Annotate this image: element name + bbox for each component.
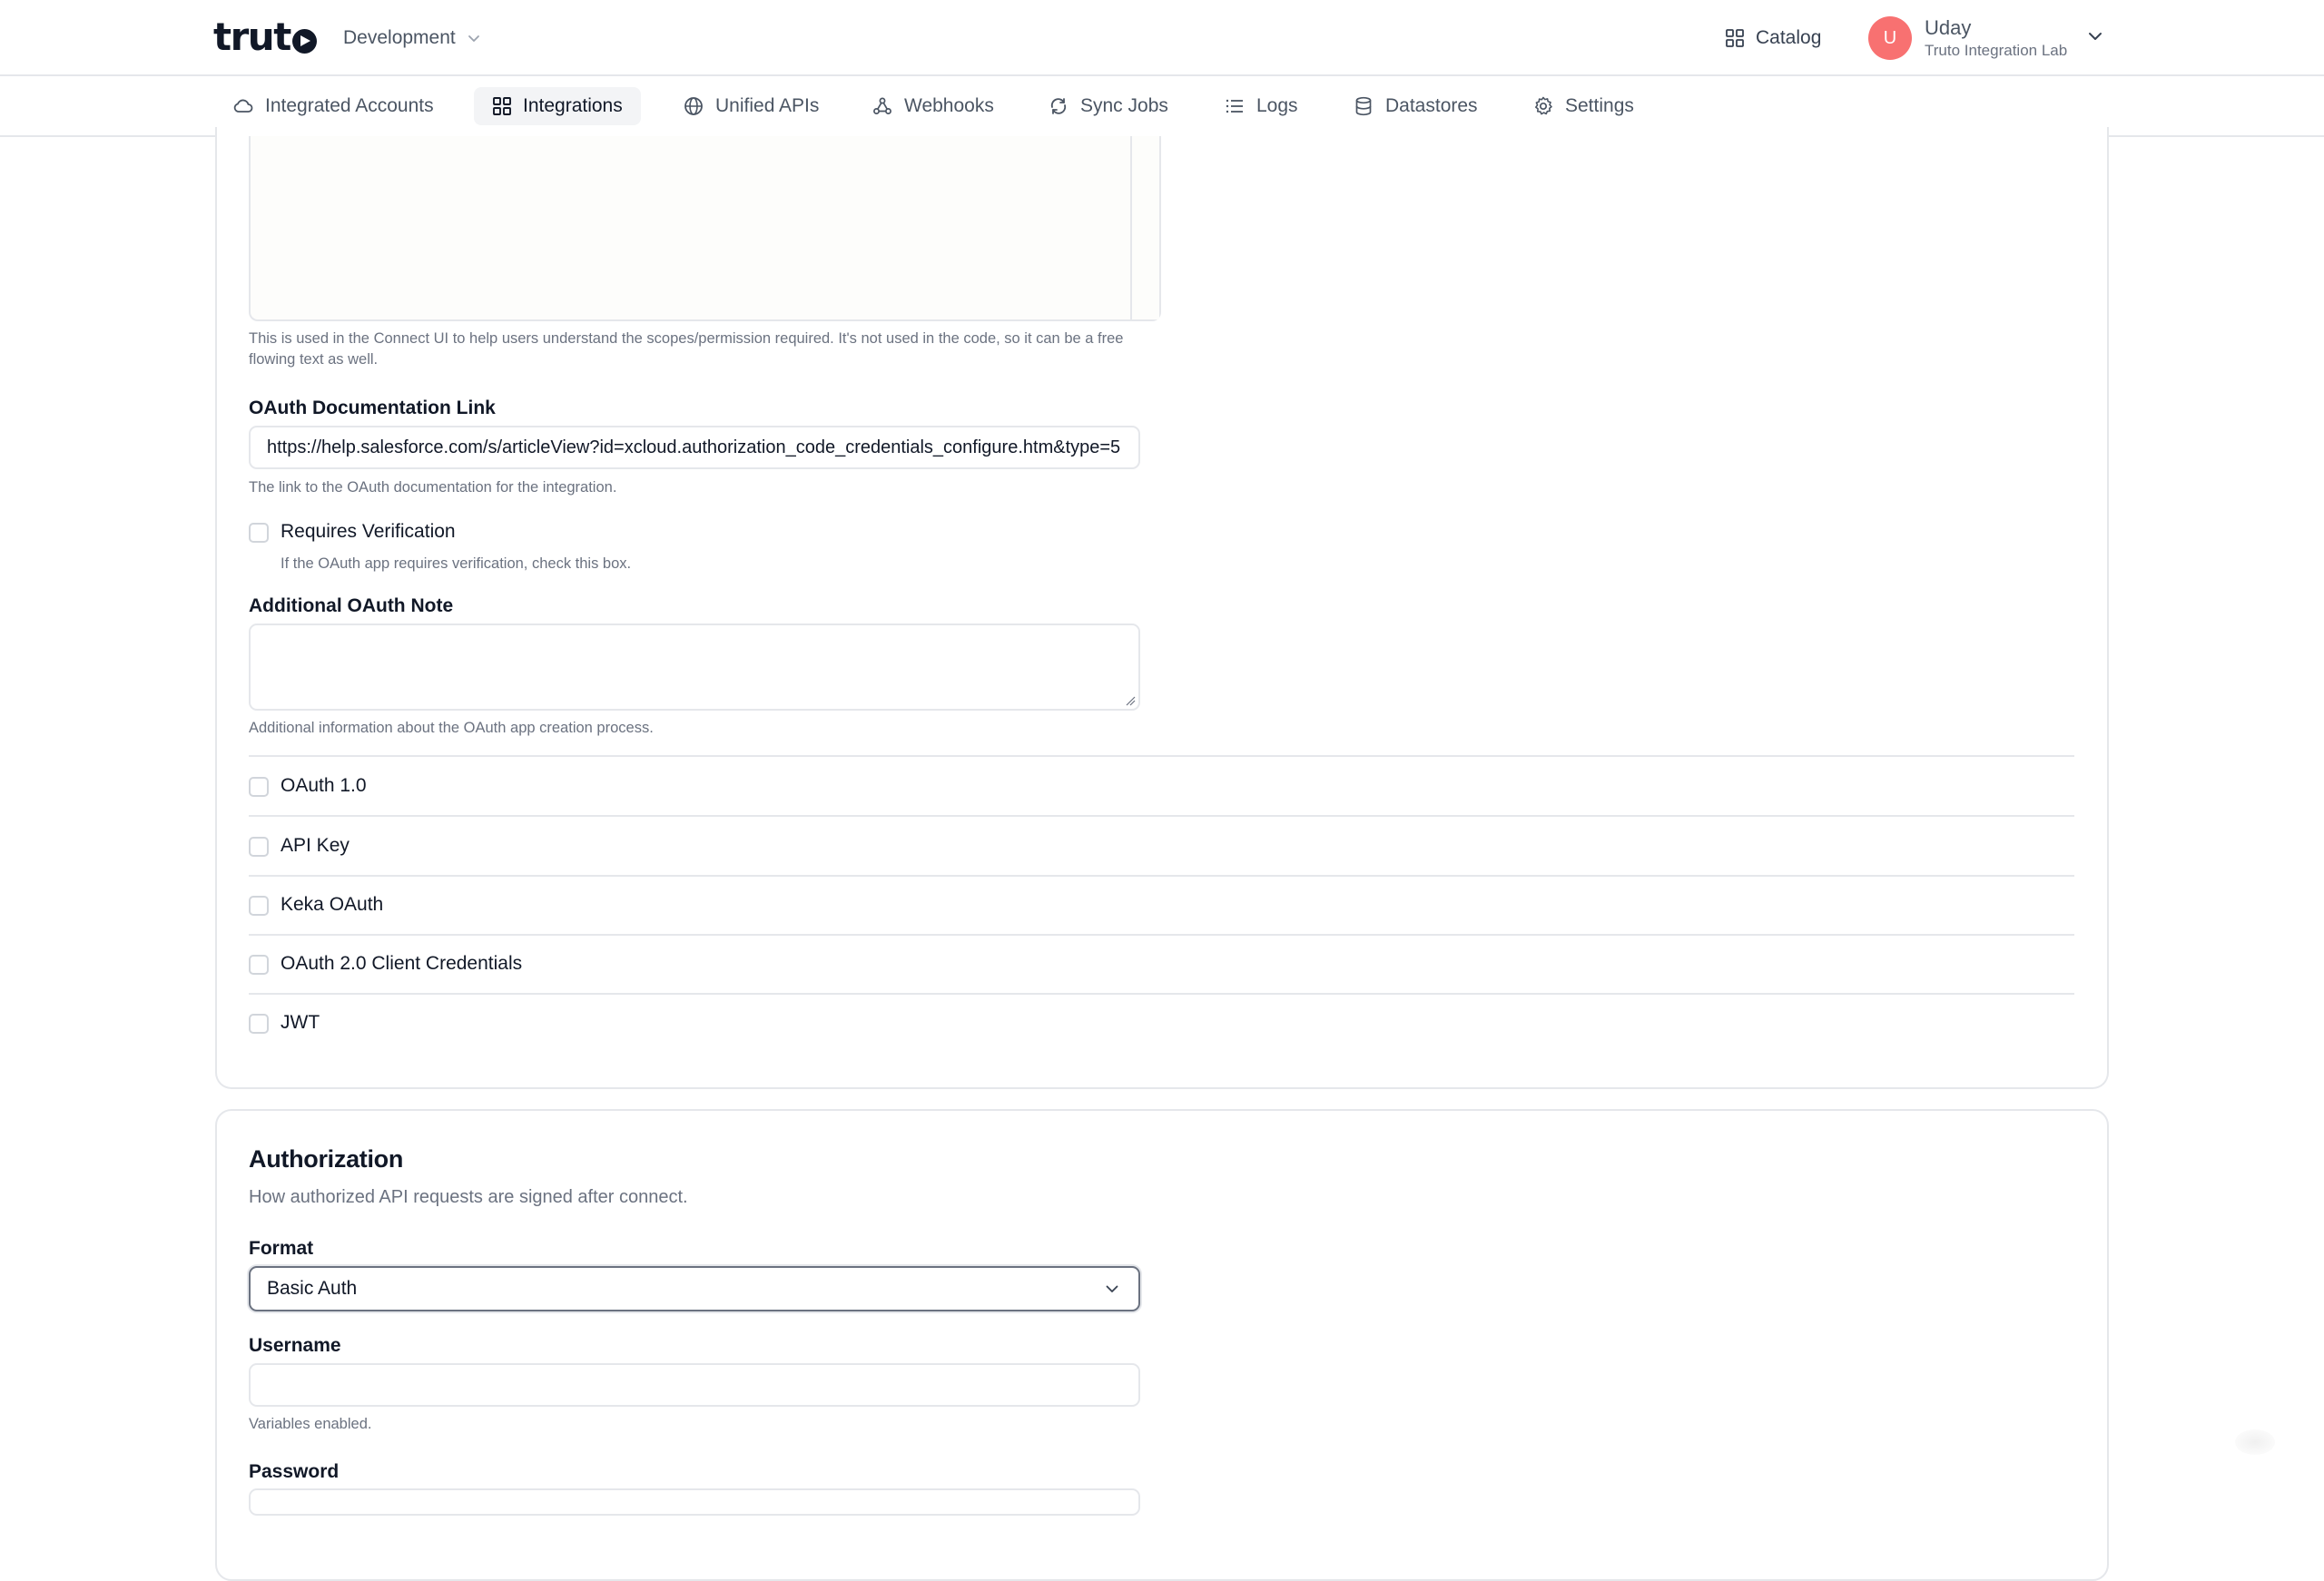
format-label: Format xyxy=(249,1238,314,1259)
tab-label: Integrated Accounts xyxy=(265,95,434,116)
avatar: U xyxy=(1868,16,1912,60)
user-org: Truto Integration Lab xyxy=(1925,42,2068,59)
auth-method-label: OAuth 2.0 Client Credentials xyxy=(281,953,523,974)
auth-method-label: Keka OAuth xyxy=(281,894,384,915)
doc-link-help: The link to the OAuth documentation for … xyxy=(249,479,617,496)
environment-selector[interactable]: Development xyxy=(343,24,481,53)
doc-link-label: OAuth Documentation Link xyxy=(249,398,496,418)
tab-integrated-accounts[interactable]: Integrated Accounts xyxy=(214,87,452,125)
user-name: Uday xyxy=(1925,16,1972,39)
section-subtitle: How authorized API requests are signed a… xyxy=(249,1187,688,1207)
auth-method-label: JWT xyxy=(281,1012,320,1033)
chevron-down-icon xyxy=(1106,1285,1118,1292)
tab-datastores[interactable]: Datastores xyxy=(1334,87,1496,125)
auth-method-label: API Key xyxy=(281,835,350,856)
username-help: Variables enabled. xyxy=(249,1416,372,1432)
webhook-icon xyxy=(873,97,891,114)
database-icon xyxy=(1355,96,1372,116)
catalog-link[interactable]: Catalog xyxy=(1725,22,1821,54)
tab-label: Unified APIs xyxy=(715,95,820,116)
requires-verification-label: Requires Verification xyxy=(281,521,456,542)
chevron-down-icon xyxy=(468,35,479,42)
divider xyxy=(249,934,2074,936)
username-input[interactable] xyxy=(249,1363,1140,1407)
scopes-help-text: This is used in the Connect UI to help u… xyxy=(249,330,1124,368)
globe-icon xyxy=(684,97,703,115)
tab-label: Datastores xyxy=(1385,95,1478,116)
auth-method-checkbox[interactable] xyxy=(249,837,269,857)
tab-webhooks[interactable]: Webhooks xyxy=(853,87,1012,125)
auth-method-checkbox[interactable] xyxy=(249,955,269,975)
list-icon xyxy=(1226,99,1243,113)
scopes-textarea[interactable] xyxy=(249,136,1161,321)
divider xyxy=(249,993,2074,995)
gear-icon xyxy=(1535,96,1552,115)
tab-logs[interactable]: Logs xyxy=(1206,87,1316,125)
divider xyxy=(249,755,2074,757)
tab-label: Logs xyxy=(1256,95,1298,116)
catalog-label: Catalog xyxy=(1756,27,1822,48)
cloud-icon xyxy=(233,99,253,113)
format-select[interactable]: Basic Auth xyxy=(249,1266,1140,1311)
auth-method-checkbox[interactable] xyxy=(249,1014,269,1034)
logo-text: trut xyxy=(213,15,291,59)
doc-link-input[interactable]: https://help.salesforce.com/s/articleVie… xyxy=(249,426,1140,469)
top-header: trut Development Catalog U Uday Truto In… xyxy=(0,0,2324,76)
floating-widget-shadow xyxy=(2235,1429,2275,1455)
username-label: Username xyxy=(249,1335,341,1356)
auth-method-checkbox[interactable] xyxy=(249,896,269,916)
resize-grip-icon[interactable] xyxy=(1125,695,1136,706)
auth-method-label: OAuth 1.0 xyxy=(281,775,367,796)
user-menu[interactable]: U Uday Truto Integration Lab xyxy=(1868,15,2067,62)
divider xyxy=(249,815,2074,817)
tab-integrations[interactable]: Integrations xyxy=(474,87,641,125)
auth-method-checkbox[interactable] xyxy=(249,777,269,797)
logo-play-icon xyxy=(291,28,317,54)
grid-icon xyxy=(1726,29,1744,47)
additional-note-label: Additional OAuth Note xyxy=(249,595,454,616)
tab-label: Sync Jobs xyxy=(1080,95,1168,116)
additional-note-help: Additional information about the OAuth a… xyxy=(249,720,654,736)
chevron-down-icon[interactable] xyxy=(2086,27,2104,45)
tab-settings[interactable]: Settings xyxy=(1514,87,1652,125)
tab-unified-apis[interactable]: Unified APIs xyxy=(665,87,837,125)
requires-verification-checkbox[interactable] xyxy=(249,523,269,543)
sync-icon xyxy=(1050,98,1067,114)
password-input[interactable] xyxy=(249,1488,1140,1516)
tab-label: Webhooks xyxy=(904,95,994,116)
tab-label: Integrations xyxy=(523,95,623,116)
environment-label: Development xyxy=(343,27,456,48)
password-label: Password xyxy=(249,1461,340,1482)
textarea-scrollbar[interactable] xyxy=(1130,136,1159,319)
additional-note-textarea[interactable] xyxy=(249,624,1140,711)
section-title: Authorization xyxy=(249,1145,404,1173)
divider xyxy=(249,875,2074,877)
grid-icon xyxy=(493,97,511,115)
requires-verification-help: If the OAuth app requires verification, … xyxy=(281,555,632,572)
tab-sync-jobs[interactable]: Sync Jobs xyxy=(1029,87,1187,125)
format-value: Basic Auth xyxy=(267,1278,358,1299)
truto-logo[interactable]: trut xyxy=(213,16,317,58)
tab-label: Settings xyxy=(1565,95,1634,116)
